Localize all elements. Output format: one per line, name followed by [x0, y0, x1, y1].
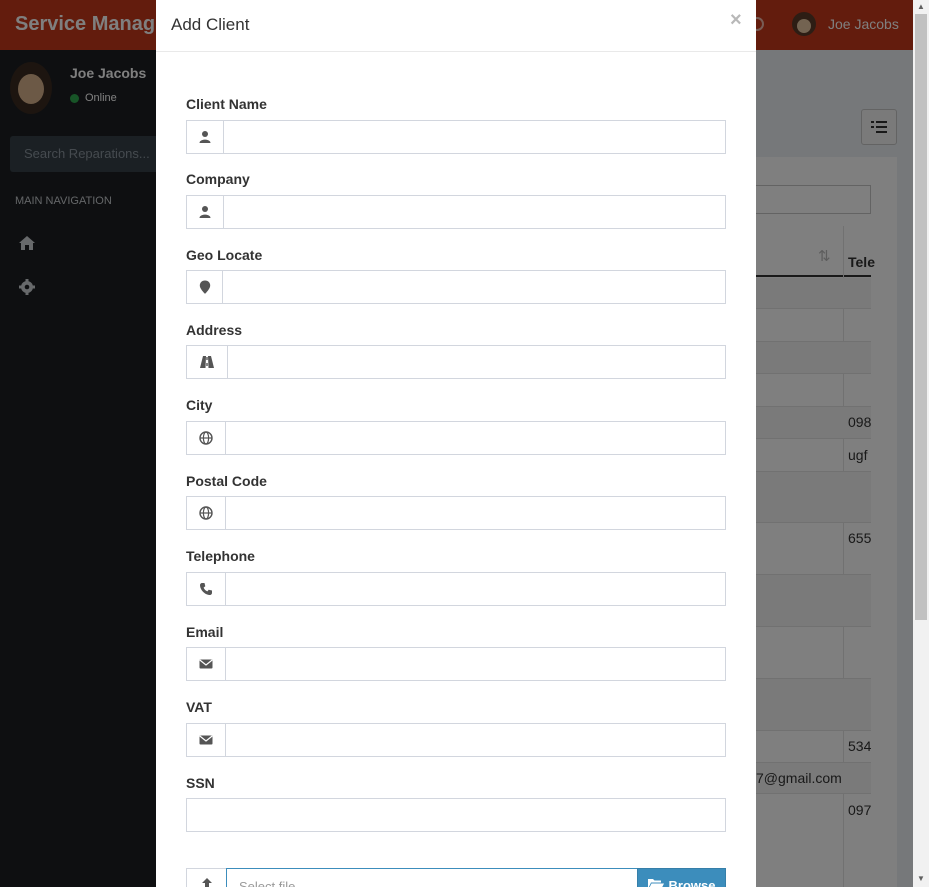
road-icon [186, 345, 227, 379]
city-input[interactable] [225, 421, 726, 455]
company-group [186, 195, 726, 229]
email-input[interactable] [225, 647, 726, 681]
telephone-label: Telephone [186, 548, 255, 564]
envelope-icon [186, 723, 225, 757]
company-input[interactable] [223, 195, 726, 229]
file-path-input[interactable]: Select file... [226, 868, 637, 887]
user-icon [186, 120, 223, 154]
geo-locate-input[interactable] [222, 270, 726, 304]
browse-button-label: Browse [668, 878, 716, 887]
client-name-label: Client Name [186, 96, 267, 112]
vat-group [186, 723, 726, 757]
address-label: Address [186, 322, 243, 338]
email-group [186, 647, 726, 681]
postal-code-input[interactable] [225, 496, 726, 530]
client-name-group [186, 120, 726, 154]
geo-locate-label: Geo Locate [186, 247, 263, 263]
upload-icon [186, 868, 226, 887]
ssn-group [186, 798, 726, 832]
file-upload-group: Select file... Browse [186, 868, 726, 887]
envelope-icon [186, 647, 225, 681]
telephone-group [186, 572, 726, 606]
company-label: Company [186, 171, 250, 187]
geo-locate-group [186, 270, 726, 304]
folder-open-icon [647, 879, 664, 887]
ssn-label: SSN [186, 775, 215, 791]
telephone-input[interactable] [225, 572, 726, 606]
ssn-input[interactable] [186, 798, 726, 832]
close-icon[interactable]: × [730, 10, 742, 30]
user-icon [186, 195, 223, 229]
vat-input[interactable] [225, 723, 726, 757]
globe-icon [186, 421, 225, 455]
vat-label: VAT [186, 699, 212, 715]
globe-icon [186, 496, 225, 530]
postal-code-group [186, 496, 726, 530]
scroll-down-arrow-icon[interactable]: ▼ [916, 874, 926, 884]
address-input[interactable] [227, 345, 726, 379]
add-client-modal: Add Client × Client Name Company Geo Loc… [156, 0, 756, 887]
phone-icon [186, 572, 225, 606]
client-name-input[interactable] [223, 120, 726, 154]
map-marker-icon [186, 270, 222, 304]
address-group [186, 345, 726, 379]
email-label: Email [186, 624, 224, 640]
scrollbar-thumb[interactable] [915, 14, 927, 620]
modal-title: Add Client [171, 15, 250, 34]
scroll-up-arrow-icon[interactable]: ▲ [916, 2, 926, 12]
city-label: City [186, 397, 213, 413]
city-group [186, 421, 726, 455]
modal-header: Add Client × [156, 0, 756, 52]
postal-code-label: Postal Code [186, 473, 267, 489]
browse-button[interactable]: Browse [637, 868, 726, 887]
